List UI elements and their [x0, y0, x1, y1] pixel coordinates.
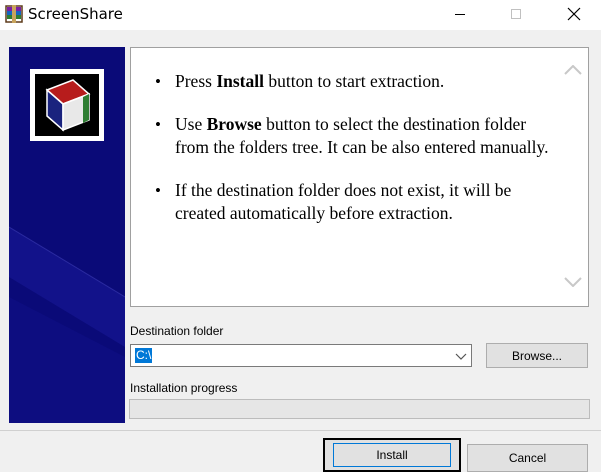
instructions-panel: Press Install button to start extraction… [130, 47, 589, 307]
destination-folder-value[interactable]: C:\ [135, 348, 153, 363]
divider [0, 430, 601, 431]
installation-progress-bar [129, 399, 590, 419]
installation-progress-label: Installation progress [130, 381, 238, 395]
cancel-button[interactable]: Cancel [467, 444, 588, 472]
window-title: ScreenShare [28, 5, 123, 23]
close-icon [567, 7, 581, 24]
chevron-down-icon[interactable] [455, 350, 467, 364]
minimize-button[interactable] [437, 0, 483, 30]
minimize-icon [454, 8, 466, 23]
archive-book-icon [45, 79, 91, 132]
sidebar-banner [9, 47, 125, 423]
list-item: If the destination folder does not exist… [155, 179, 555, 225]
maximize-icon [510, 8, 522, 23]
install-button-label: Install [333, 443, 451, 467]
install-button[interactable]: Install [323, 438, 461, 472]
maximize-button[interactable] [493, 0, 539, 30]
winrar-app-icon [5, 5, 23, 23]
list-item: Use Browse button to select the destinat… [155, 113, 555, 159]
destination-folder-label: Destination folder [130, 324, 224, 338]
list-item: Press Install button to start extraction… [155, 70, 555, 93]
scroll-up-icon[interactable] [564, 64, 582, 78]
scroll-down-icon[interactable] [564, 276, 582, 290]
archive-logo [30, 69, 104, 141]
instructions-list: Press Install button to start extraction… [155, 70, 555, 245]
destination-folder-input[interactable]: C:\ [130, 344, 472, 367]
close-button[interactable] [551, 0, 597, 30]
title-bar: ScreenShare [0, 0, 601, 30]
browse-button[interactable]: Browse... [486, 343, 588, 368]
